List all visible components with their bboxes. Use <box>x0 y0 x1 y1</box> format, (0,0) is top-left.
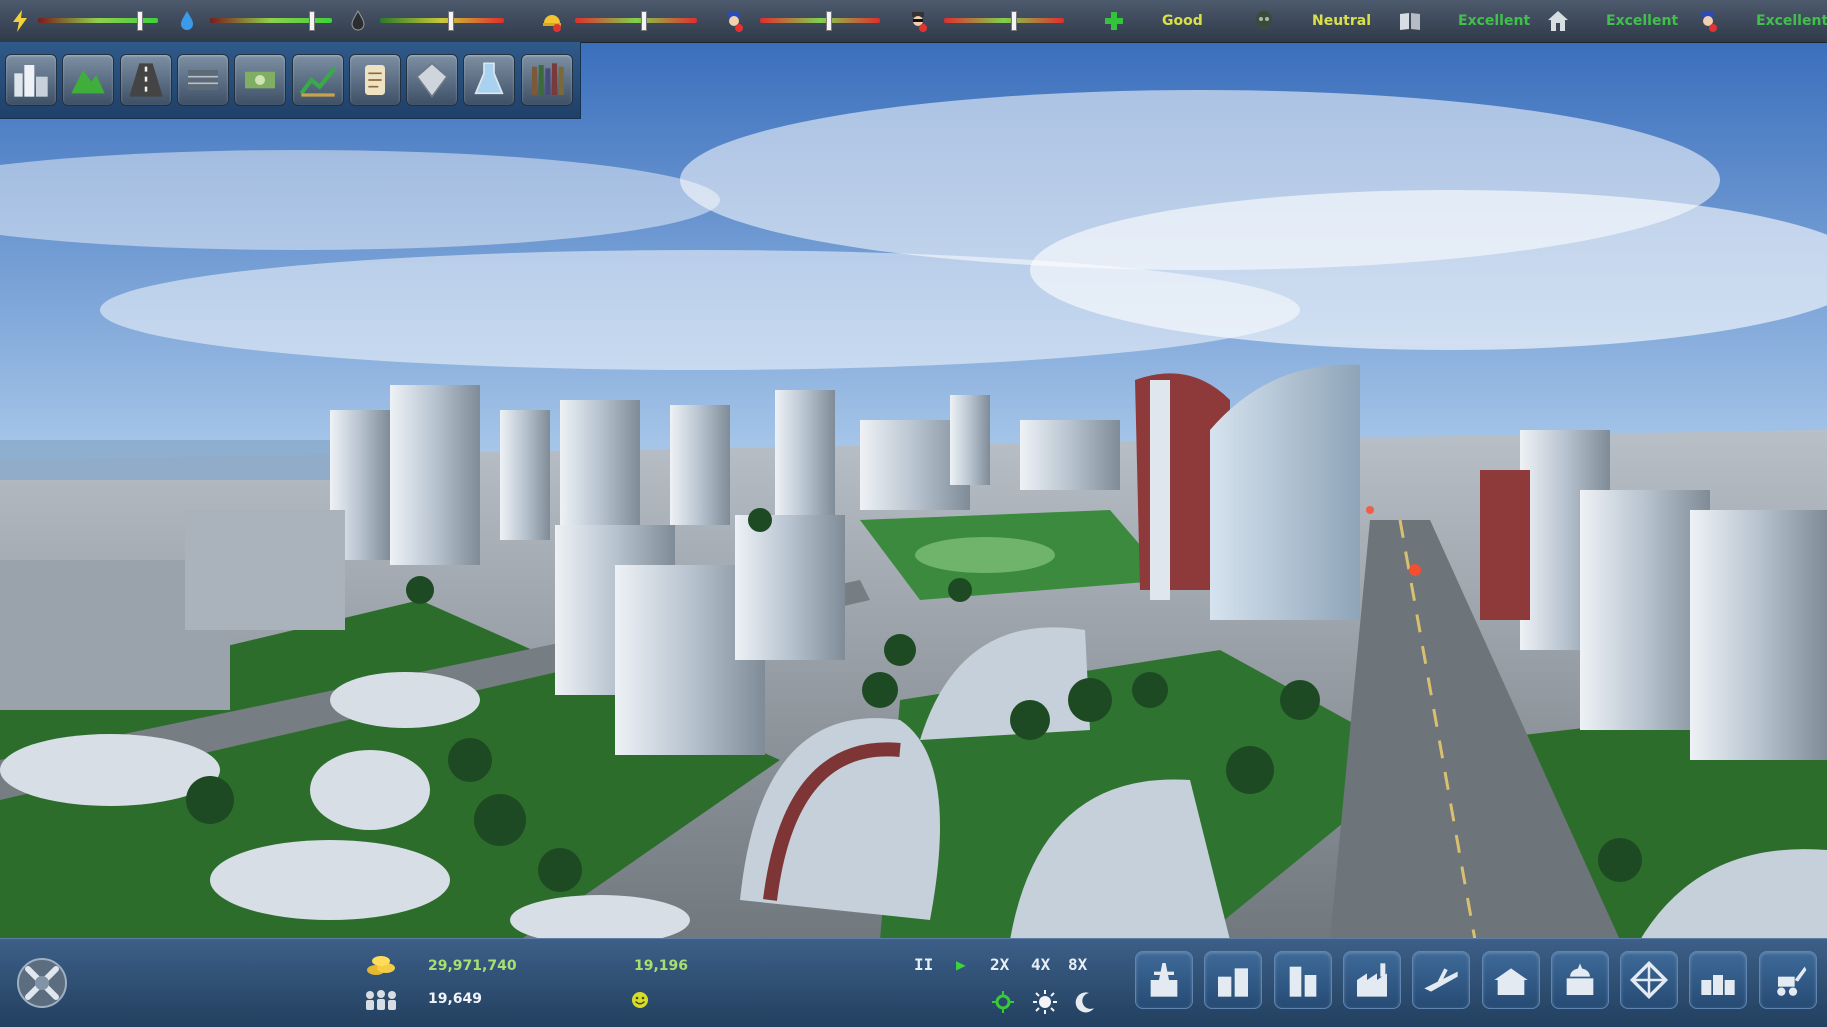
build-button-special[interactable] <box>1620 951 1679 1009</box>
pause-button[interactable]: II <box>914 955 933 974</box>
overview-toolbar <box>0 42 581 119</box>
crystal-icon <box>415 62 449 99</box>
house-icon <box>1548 11 1568 31</box>
airport-icon <box>1424 968 1458 992</box>
population-value: 19,649 <box>428 991 483 1007</box>
scroll-icon <box>364 65 385 95</box>
crime-meter-knob[interactable] <box>1011 11 1017 31</box>
overview-button-resources[interactable] <box>406 54 459 106</box>
build-button-power-plants[interactable] <box>1135 951 1193 1009</box>
oil-meter-knob[interactable] <box>448 11 454 31</box>
jobs-value: 19,196 <box>634 958 689 974</box>
pollution-rating-label: Neutral <box>1312 13 1372 29</box>
road-icon <box>128 63 163 97</box>
oil-meter-icon-wrap <box>346 9 370 33</box>
top-status-bar: Good Neutral Excellent Excellent Excellent <box>0 0 1827 43</box>
build-button-demolish[interactable] <box>1758 951 1817 1009</box>
bottom-control-bar: 29,971,740 19,649 19,196 II ▶ 2X 4X 8X <box>0 938 1827 1027</box>
bulldozer-icon <box>1776 966 1807 996</box>
overview-button-city-view[interactable] <box>5 54 57 106</box>
gold-coins-icon <box>367 956 395 975</box>
police-meter-track <box>760 18 880 23</box>
population-icon <box>366 990 396 1010</box>
water-drop-icon <box>181 11 193 30</box>
build-button-industrial[interactable] <box>1342 951 1401 1009</box>
terrain-icon <box>71 70 105 94</box>
industrial-icon <box>1356 963 1387 997</box>
library-books-icon <box>531 63 564 95</box>
crime-meter-track <box>944 18 1064 23</box>
police-meter-knob[interactable] <box>826 11 832 31</box>
health-rating-icon-wrap <box>1102 9 1126 33</box>
crime-meter-icon-wrap <box>906 9 930 33</box>
residential-icon <box>1218 968 1249 997</box>
book-icon <box>1400 13 1420 30</box>
housing-rating-icon-wrap <box>1546 9 1570 33</box>
safety-rating-icon-wrap <box>1696 9 1720 33</box>
overview-button-roads[interactable] <box>119 54 172 106</box>
skull-icon <box>1256 11 1272 30</box>
overview-button-research[interactable] <box>463 54 516 106</box>
overview-button-finance[interactable] <box>234 54 287 106</box>
build-button-transport[interactable] <box>1412 951 1471 1009</box>
education-rating-icon-wrap <box>1398 9 1422 33</box>
city-3d-view[interactable] <box>0 0 1827 1026</box>
cycle-icon[interactable] <box>990 989 1016 1015</box>
police-officer-icon <box>728 12 743 32</box>
sun-icon[interactable] <box>1032 989 1058 1015</box>
overview-button-policies[interactable] <box>348 54 401 106</box>
zones-icon <box>187 70 218 90</box>
graph-icon <box>299 67 336 97</box>
speed-8x-button[interactable]: 8X <box>1068 955 1087 974</box>
jobs-meter-track <box>575 18 697 23</box>
smiley-icon <box>632 992 648 1008</box>
worker-helmet-icon <box>543 15 561 32</box>
play-button[interactable]: ▶ <box>956 955 966 974</box>
commercial-icon <box>1289 966 1316 997</box>
money-value: 29,971,740 <box>428 958 517 974</box>
moon-icon[interactable] <box>1072 989 1098 1015</box>
overview-button-library[interactable] <box>520 54 573 106</box>
pollution-rating-icon-wrap <box>1252 9 1276 33</box>
overview-button-statistics[interactable] <box>291 54 344 106</box>
water-meter-icon-wrap <box>175 9 199 33</box>
power-meter-knob[interactable] <box>137 11 143 31</box>
police-meter-icon-wrap <box>722 9 746 33</box>
oil-meter-track <box>380 18 504 23</box>
city-skyline-icon <box>14 65 48 97</box>
special-building-icon <box>1630 960 1669 1000</box>
money-icon <box>245 71 276 89</box>
safety-rating-label: Excellent <box>1756 13 1827 29</box>
criminal-icon <box>912 12 927 32</box>
overview-button-zones[interactable] <box>176 54 229 106</box>
tools-icon <box>17 958 67 1008</box>
housing-rating-label: Excellent <box>1606 13 1679 29</box>
flask-icon <box>474 62 504 95</box>
education-rating-label: Excellent <box>1458 13 1531 29</box>
jobs-meter-knob[interactable] <box>641 11 647 31</box>
warehouse-icon <box>1701 975 1736 995</box>
settings-tools-button[interactable] <box>14 955 70 1011</box>
government-icon <box>1566 963 1594 995</box>
build-button-commercial[interactable] <box>1273 951 1332 1009</box>
build-button-services[interactable] <box>1481 951 1540 1009</box>
health-cross-icon <box>1105 12 1123 30</box>
lightning-icon <box>13 10 27 32</box>
speed-2x-button[interactable]: 2X <box>990 955 1009 974</box>
public-services-icon <box>1493 968 1528 995</box>
build-button-warehouse[interactable] <box>1689 951 1748 1009</box>
overview-button-terrain[interactable] <box>62 54 115 106</box>
power-plant-icon <box>1150 963 1178 997</box>
health-rating-label: Good <box>1162 13 1203 29</box>
police-officer-icon <box>1702 12 1717 32</box>
jobs-meter-icon-wrap <box>540 9 564 33</box>
build-button-residential[interactable] <box>1204 951 1263 1009</box>
power-meter-icon-wrap <box>8 9 32 33</box>
oil-drop-icon <box>351 9 365 31</box>
speed-4x-button[interactable]: 4X <box>1031 955 1050 974</box>
water-meter-knob[interactable] <box>309 11 315 31</box>
build-button-government[interactable] <box>1550 951 1609 1009</box>
